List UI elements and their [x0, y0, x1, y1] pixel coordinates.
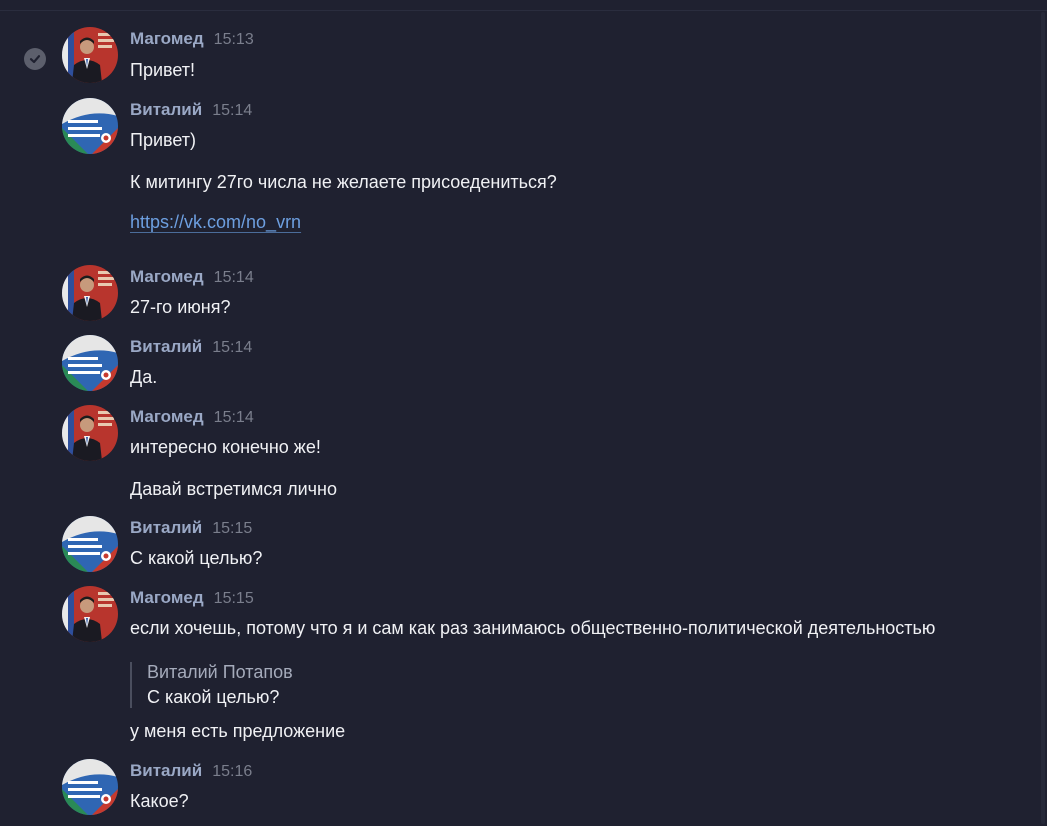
avatar-magomed[interactable]: [62, 27, 118, 83]
message-time: 15:14: [213, 269, 254, 286]
check-circle-icon: [24, 48, 46, 70]
message-author[interactable]: Виталий: [130, 100, 202, 119]
message-text: Какое?: [130, 791, 189, 811]
message-author[interactable]: Виталий: [130, 761, 202, 780]
message-time: 15:13: [213, 31, 254, 48]
avatar-vitaly[interactable]: [62, 335, 118, 391]
message-text: Давай встретимся лично: [130, 479, 337, 499]
avatar-magomed[interactable]: [62, 265, 118, 321]
message-text: С какой целью?: [130, 548, 263, 568]
message-link: https://vk.com/no_vrn: [130, 212, 301, 233]
message-time: 15:15: [213, 590, 254, 607]
quote-author: Виталий Потапов: [147, 662, 293, 682]
message-author[interactable]: Магомед: [130, 588, 204, 607]
message-text: Да.: [130, 367, 158, 387]
message-time: 15:14: [212, 339, 253, 356]
avatar-vitaly[interactable]: [62, 98, 118, 154]
message-author[interactable]: Виталий: [130, 518, 202, 537]
message-time: 15:14: [213, 409, 254, 426]
message-text: Привет): [130, 130, 197, 150]
chat-history: Магомед 15:13 Привет! Виталий 15:14 Привет…: [0, 0, 1047, 826]
avatar-magomed[interactable]: [62, 586, 118, 642]
message-text: Привет!: [130, 60, 196, 80]
quoted-message[interactable]: Виталий Потапов С какой целью?: [130, 662, 293, 708]
message-time: 15:14: [212, 102, 253, 119]
message-time: 15:16: [212, 763, 253, 780]
message-author[interactable]: Магомед: [130, 29, 204, 48]
quote-text: С какой целью?: [147, 687, 280, 707]
message-text: если хочешь, потому что я и сам как раз …: [130, 618, 936, 638]
avatar-vitaly[interactable]: [62, 759, 118, 815]
message-text: 27-го июня?: [130, 297, 231, 317]
vk-link[interactable]: https://vk.com/no_vrn: [130, 212, 301, 232]
top-divider: [0, 10, 1047, 11]
avatar-vitaly[interactable]: [62, 516, 118, 572]
message-text: К митингу 27го числа не желаете присоеде…: [130, 172, 557, 192]
message-author[interactable]: Магомед: [130, 267, 204, 286]
avatar-magomed[interactable]: [62, 405, 118, 461]
message-time: 15:15: [212, 520, 253, 537]
message-author[interactable]: Магомед: [130, 407, 204, 426]
message-author[interactable]: Виталий: [130, 337, 202, 356]
message-text: интересно конечно же!: [130, 437, 321, 457]
scrollbar[interactable]: [1041, 12, 1045, 824]
message-text: у меня есть предложение: [130, 721, 346, 741]
